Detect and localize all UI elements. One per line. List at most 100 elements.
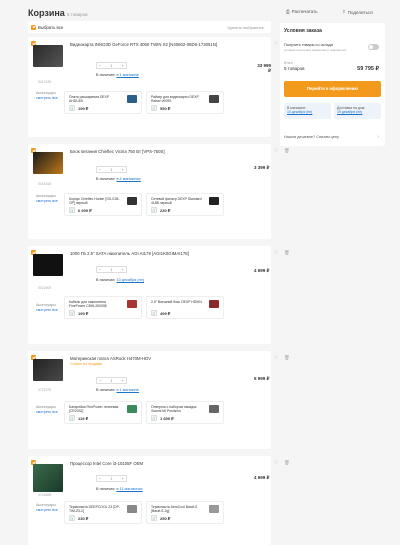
product-image[interactable] xyxy=(33,45,63,67)
heart-icon[interactable]: ♡ xyxy=(274,148,278,154)
accessory-card[interactable]: Батарейка FinePower литиевая [CR2032] 🛒 11… xyxy=(64,401,142,424)
availability: В наличии: в 11 магазинах xyxy=(96,487,143,491)
accessory-card[interactable]: Термопаста DEEPCOOL Z3 [DP-TIM-Z3-2] 🛒 230… xyxy=(64,501,142,524)
product-price: 33 999 ₽ xyxy=(257,63,271,73)
trash-icon[interactable]: 🗑 xyxy=(284,250,290,256)
heart-icon[interactable]: ♡ xyxy=(274,41,278,47)
pickup-note: условия получения заказа могут изменитьс… xyxy=(284,48,347,52)
trash-icon[interactable]: 🗑 xyxy=(284,460,290,466)
total-price: 59 795 ₽ xyxy=(357,66,379,72)
printer-icon: ⎙ xyxy=(286,9,290,14)
availability: В наличии: в 1 магазине xyxy=(96,388,139,392)
pickup-toggle[interactable] xyxy=(368,44,379,50)
total-items: 5 товаров xyxy=(284,66,305,71)
heart-icon[interactable]: ♡ xyxy=(274,250,278,256)
accessory-card[interactable]: Корпус Chieftec Hunter [GS-01B-OP] черны… xyxy=(64,193,142,216)
select-all-checkbox[interactable] xyxy=(31,24,36,30)
price-match-link[interactable]: Нашли дешевле? Снизим цену xyxy=(284,135,339,139)
accessory-card[interactable]: Термопаста AeroCool Baraf-S [Baraf-S-2g]… xyxy=(146,501,224,524)
share-link[interactable]: ⇪ Поделиться xyxy=(342,9,373,15)
product-image[interactable] xyxy=(33,254,63,276)
print-link[interactable]: ⎙ Распечатать xyxy=(286,9,318,14)
store-delivery-box[interactable]: В магазине: 10 декабря (пн) xyxy=(284,103,331,119)
accessories-label: Аксессуары смотреть все xyxy=(36,91,58,100)
accessories-label: Аксессуары смотреть все xyxy=(36,503,58,512)
cart-icon: 🛒 xyxy=(151,105,157,111)
cart-icon: 🛒 xyxy=(151,515,157,521)
plus-icon[interactable]: + xyxy=(122,63,124,68)
product-price: 3 399 ₽ xyxy=(254,165,270,170)
product-name[interactable]: Материнская плата ASRock H470M-HDV xyxy=(70,356,220,361)
plus-icon[interactable]: + xyxy=(122,378,124,383)
accessory-card[interactable]: Кабель для накопителя FinePower CBHL2600… xyxy=(64,296,142,319)
page-title: Корзина xyxy=(28,8,65,18)
plus-icon[interactable]: + xyxy=(122,167,124,172)
accessory-card[interactable]: 2.5" Внешний бокс DEXP HD504 🛒 499 ₽ xyxy=(146,296,224,319)
accessories-label: Аксессуары смотреть все xyxy=(36,303,58,312)
product-name[interactable]: Блок питания Chieftec Vicina 750 Вт [VPS… xyxy=(70,149,220,154)
minus-icon[interactable]: − xyxy=(99,476,101,481)
product-code: 5161468 xyxy=(38,182,52,186)
pickup-label: Получить товары со склада xyxy=(284,43,333,47)
checkout-button[interactable]: Перейти к оформлению xyxy=(284,81,381,97)
home-delivery-box[interactable]: Доставка на дом: 19 декабря (пн) xyxy=(334,103,381,119)
cart-icon: 🛒 xyxy=(69,207,75,213)
plus-icon[interactable]: + xyxy=(122,476,124,481)
quantity-stepper[interactable]: −1 + xyxy=(96,377,127,384)
accessory-card[interactable]: Райзер для видеокарты DEXP Raiser v009S 🛒… xyxy=(146,91,224,114)
minus-icon[interactable]: − xyxy=(99,167,101,172)
minus-icon[interactable]: − xyxy=(99,267,101,272)
trash-icon[interactable]: 🗑 xyxy=(284,148,290,154)
product-image[interactable] xyxy=(33,359,63,381)
quantity-stepper[interactable]: −1 + xyxy=(96,166,127,173)
chevron-right-icon: › xyxy=(377,134,379,140)
cart-icon: 🛒 xyxy=(151,207,157,213)
product-image[interactable] xyxy=(33,464,63,492)
product-code: 5417435 xyxy=(38,80,52,84)
item-count: 5 товаров xyxy=(67,12,88,17)
accessory-card[interactable]: Сетевой фильтр DEXP Standard 418B черный… xyxy=(146,193,224,216)
select-all-label[interactable]: Выбрать все xyxy=(38,25,63,30)
minus-icon[interactable]: − xyxy=(99,378,101,383)
accessory-card[interactable]: Отвертка с набором насадок Xiaomi Mi Pre… xyxy=(146,401,224,424)
delete-selected-link[interactable]: Удалить выбранное xyxy=(227,25,264,30)
product-note: Снятое из продажи xyxy=(70,362,103,366)
cart-item: 1000 ГБ 2.5" SATA накопитель AGI AI178 [… xyxy=(28,246,290,344)
cart-item: Процессор Intel Core i3-10105F OEM ♡ 🗑 47… xyxy=(28,456,290,545)
product-name[interactable]: Видеокарта INNO3D GeForce RTX 4060 TWIN … xyxy=(70,42,220,47)
select-bar: Выбрать все Удалить выбранное xyxy=(28,21,271,33)
product-name[interactable]: 1000 ГБ 2.5" SATA накопитель AGI AI178 [… xyxy=(70,251,220,256)
heart-icon[interactable]: ♡ xyxy=(274,460,278,466)
product-price: 4 699 ₽ xyxy=(254,268,270,273)
summary-title: Условия заказа xyxy=(284,28,322,34)
product-code: 5021905 xyxy=(38,286,52,290)
plus-icon[interactable]: + xyxy=(122,267,124,272)
availability: В наличии: 10 декабря (пн) xyxy=(96,278,144,282)
product-price: 4 699 ₽ xyxy=(254,475,270,480)
cart-icon: 🛒 xyxy=(151,310,157,316)
product-price: 6 999 ₽ xyxy=(254,376,270,381)
availability: В наличии: в 1 магазине xyxy=(96,73,139,77)
quantity-stepper[interactable]: −1 + xyxy=(96,62,127,69)
product-image[interactable] xyxy=(33,152,63,174)
total-label: Итого: xyxy=(284,61,294,65)
cart-icon: 🛒 xyxy=(69,415,75,421)
order-summary: Условия заказа Получить товары со склада… xyxy=(280,23,385,146)
minus-icon[interactable]: − xyxy=(99,63,101,68)
cart-item: Материнская плата ASRock H470M-HDV Снято… xyxy=(28,351,290,449)
accessories-label: Аксессуары смотреть все xyxy=(36,194,58,203)
cart-item: Видеокарта INNO3D GeForce RTX 4060 TWIN … xyxy=(28,37,290,137)
quantity-stepper[interactable]: −1 + xyxy=(96,475,127,482)
product-name[interactable]: Процессор Intel Core i3-10105F OEM xyxy=(70,461,220,466)
trash-icon[interactable]: 🗑 xyxy=(284,355,290,361)
cart-icon: 🛒 xyxy=(151,415,157,421)
product-code: 4724888 xyxy=(38,493,52,497)
cart-icon: 🛒 xyxy=(69,515,75,521)
cart-icon: 🛒 xyxy=(69,310,75,316)
availability: В наличии: в 4 магазинах xyxy=(96,177,141,181)
heart-icon[interactable]: ♡ xyxy=(274,355,278,361)
cart-icon: 🛒 xyxy=(69,105,75,111)
quantity-stepper[interactable]: −1 + xyxy=(96,266,127,273)
accessory-card[interactable]: Плата расширения DEXP AHDU1B 🛒 199 ₽ xyxy=(64,91,142,114)
cart-item: Блок питания Chieftec Vicina 750 Вт [VPS… xyxy=(28,144,290,239)
